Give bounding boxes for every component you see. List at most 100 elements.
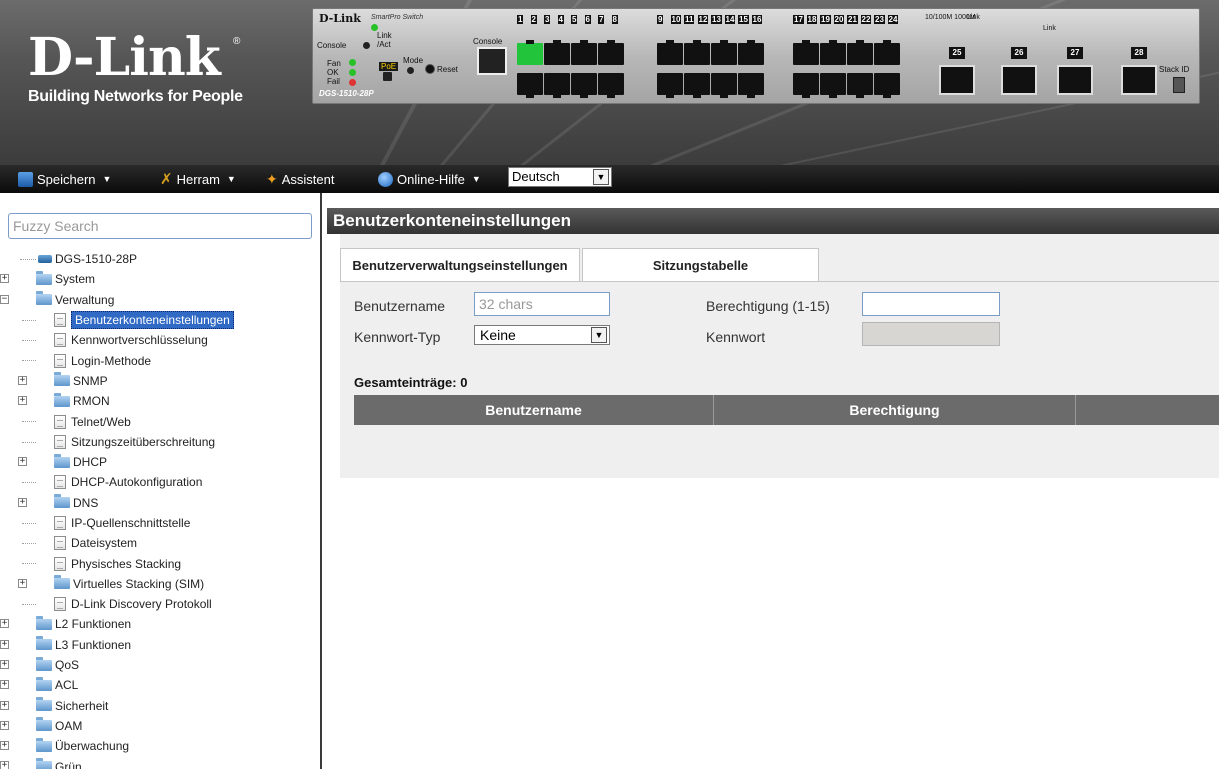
wizard-button[interactable]: ✦ Assistent [266,165,334,193]
sfp-port[interactable] [1001,65,1037,95]
tools-menu[interactable]: ✗ Herram ▼ [160,165,236,193]
ethernet-port[interactable] [544,40,570,65]
ethernet-port[interactable] [847,40,873,65]
tree-folder[interactable]: + L2 Funktionen [0,614,320,634]
password-type-select[interactable]: Keine ▼ [474,325,610,345]
chevron-down-icon[interactable]: ▼ [593,169,609,185]
tree-folder[interactable]: + Grün [0,756,320,769]
ethernet-port[interactable] [657,40,683,65]
logo-tagline: Building Networks for People [28,88,243,105]
expand-icon[interactable]: + [0,639,9,649]
expand-icon[interactable]: + [18,578,27,588]
ethernet-port[interactable] [517,73,543,98]
folder-icon [36,697,52,712]
port-number-label: 15 [738,15,749,24]
ethernet-port[interactable] [517,40,543,65]
ethernet-port[interactable] [598,73,624,98]
ethernet-port[interactable] [711,40,737,65]
tree-root[interactable]: DGS-1510-28P [0,249,320,269]
sfp-port-number: 25 [949,47,965,59]
tree-item[interactable]: Sitzungszeitüberschreitung [0,432,320,452]
expand-icon[interactable]: + [0,741,9,751]
tree-root-label: DGS-1510-28P [55,252,138,267]
tree-item[interactable]: DHCP-Autokonfiguration [0,472,320,492]
tree-folder[interactable]: + L3 Funktionen [0,635,320,655]
tree-item[interactable]: IP-Quellenschnittstelle [0,513,320,533]
tree-folder[interactable]: + SNMP [0,371,320,391]
tree-item[interactable]: Benutzerkonteneinstellungen [0,310,320,330]
tree-folder[interactable]: + OAM [0,716,320,736]
ethernet-port[interactable] [684,40,710,65]
language-select[interactable]: Deutsch ▼ [508,167,612,187]
ethernet-port[interactable] [793,73,819,98]
collapse-icon[interactable]: − [0,294,9,304]
ethernet-port[interactable] [684,73,710,98]
ethernet-port[interactable] [571,40,597,65]
tree-folder[interactable]: + QoS [0,655,320,675]
ethernet-port[interactable] [847,73,873,98]
tab-session-table[interactable]: Sitzungstabelle [582,248,819,281]
expand-icon[interactable]: + [18,396,27,406]
help-menu[interactable]: Online-Hilfe ▼ [378,165,481,193]
ethernet-port[interactable] [874,40,900,65]
ethernet-port[interactable] [738,73,764,98]
tree-folder[interactable]: − Verwaltung [0,290,320,310]
ethernet-port[interactable] [820,40,846,65]
ethernet-port[interactable] [820,73,846,98]
ethernet-port[interactable] [657,73,683,98]
ethernet-port[interactable] [711,73,737,98]
expand-icon[interactable]: + [18,456,27,466]
sfp-port[interactable] [939,65,975,95]
tree-item[interactable]: D-Link Discovery Protokoll [0,594,320,614]
tree-folder[interactable]: + Virtuelles Stacking (SIM) [0,574,320,594]
tree-folder[interactable]: + Sicherheit [0,696,320,716]
expand-icon[interactable]: + [0,761,9,769]
tree-folder[interactable]: + DNS [0,493,320,513]
expand-icon[interactable]: + [0,659,9,669]
tree-item[interactable]: Kennwortverschlüsselung [0,330,320,350]
tree-item[interactable]: Dateisystem [0,533,320,553]
column-header-privilege: Berechtigung [714,395,1076,425]
sfp-port[interactable] [1121,65,1157,95]
ethernet-port[interactable] [874,73,900,98]
save-menu[interactable]: Speichern ▼ [18,165,111,193]
tree-folder[interactable]: + System [0,269,320,289]
ethernet-port[interactable] [544,73,570,98]
switch-icon [38,255,52,264]
ethernet-port[interactable] [598,40,624,65]
expand-icon[interactable]: + [0,720,9,730]
tree-connector [22,604,36,606]
tree-folder[interactable]: + Überwachung [0,736,320,756]
expand-icon[interactable]: + [0,274,9,284]
tree-item[interactable]: Telnet/Web [0,411,320,431]
expand-icon[interactable]: + [0,680,9,690]
expand-icon[interactable]: + [18,375,27,385]
ethernet-port[interactable] [793,40,819,65]
sfp-port[interactable] [1057,65,1093,95]
ethernet-port[interactable] [571,73,597,98]
tree-folder[interactable]: + ACL [0,675,320,695]
port-number-label: 5 [571,15,578,24]
expand-icon[interactable]: + [18,497,27,507]
tree-connector [22,319,36,321]
tree-item-label: SNMP [73,373,108,388]
expand-icon[interactable]: + [0,619,9,629]
search-input[interactable]: Fuzzy Search [8,213,312,239]
poe-mode-button[interactable] [383,72,392,81]
tree-item-label: Virtuelles Stacking (SIM) [73,576,205,591]
tree-item[interactable]: Physisches Stacking [0,553,320,573]
username-input[interactable]: 32 chars [474,292,610,316]
ethernet-port[interactable] [738,40,764,65]
tree-item-label: OAM [55,718,83,733]
privilege-input[interactable] [862,292,1000,316]
chevron-down-icon: ▼ [471,174,481,184]
console-port-label: Console [473,37,503,46]
password-input [862,322,1000,346]
tree-folder[interactable]: + RMON [0,391,320,411]
reset-button[interactable] [425,64,435,74]
expand-icon[interactable]: + [0,700,9,710]
chevron-down-icon[interactable]: ▼ [591,327,607,343]
tree-item[interactable]: Login-Methode [0,350,320,370]
tree-folder[interactable]: + DHCP [0,452,320,472]
tab-user-management[interactable]: Benutzerverwaltungseinstellungen [340,248,580,281]
